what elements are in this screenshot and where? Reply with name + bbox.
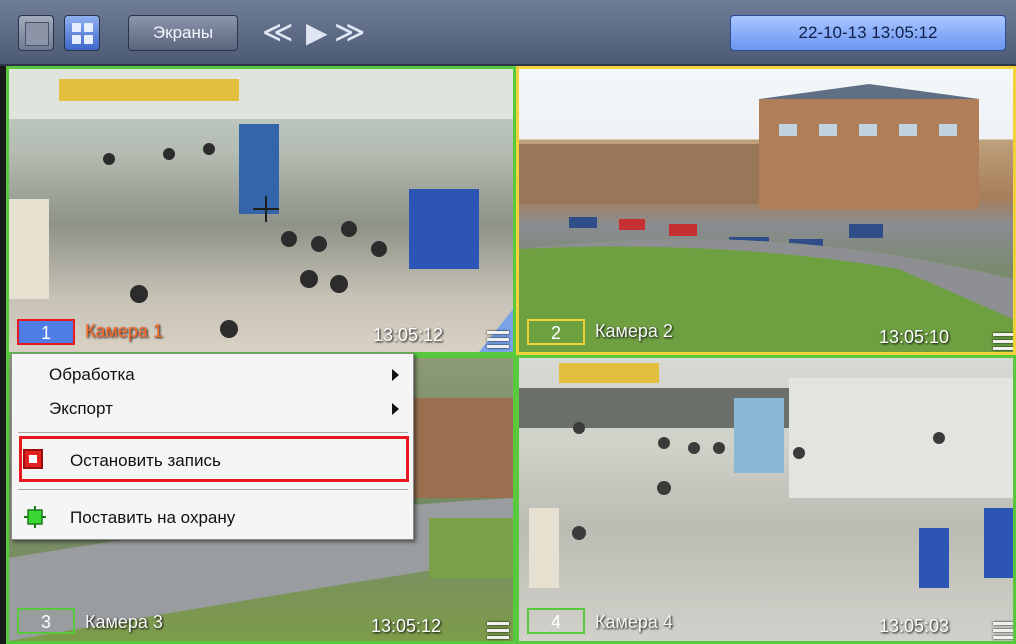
menu-item-processing[interactable]: Обработка (12, 357, 413, 391)
camera-name: Камера 3 (85, 612, 163, 632)
menu-item-stop-recording[interactable]: Остановить запись (12, 443, 413, 477)
camera-menu-icon[interactable] (993, 622, 1013, 640)
submenu-arrow-icon (392, 369, 399, 381)
camera-menu-icon[interactable] (487, 331, 509, 349)
camera-number-badge: 2 (527, 319, 585, 345)
camera-image (9, 69, 513, 352)
rewind-icon[interactable]: ≪ (262, 15, 293, 51)
camera-image (519, 69, 1013, 352)
menu-item-label: Обработка (49, 365, 135, 384)
camera-name: Камера 2 (595, 321, 673, 341)
clock-display: 22-10-13 13:05:12 (730, 15, 1006, 51)
camera-time: 13:05:12 (373, 325, 444, 345)
camera-view-2[interactable]: 2 Камера 2 13:05:10 (516, 66, 1016, 355)
forward-icon[interactable]: ≫ (334, 15, 365, 51)
camera-name: Камера 1 (85, 321, 163, 341)
camera-menu-icon[interactable] (993, 333, 1013, 351)
menu-item-export[interactable]: Экспорт (12, 391, 413, 425)
screens-button[interactable]: Экраны (128, 15, 238, 51)
play-icon[interactable]: ▶ (306, 15, 328, 51)
toolbar: Экраны ≪ ▶ ≫ 22-10-13 13:05:12 (0, 0, 1016, 66)
menu-item-label: Остановить запись (70, 451, 221, 470)
grid-view-icon[interactable] (64, 15, 100, 51)
camera-number-badge: 4 (527, 608, 585, 634)
camera-view-4[interactable]: 4 Камера 4 13:05:03 (516, 355, 1016, 644)
menu-separator (18, 489, 408, 490)
camera-context-menu: Обработка Экспорт Остановить запись Пост… (11, 353, 414, 540)
camera-view-1[interactable]: 1 Камера 1 13:05:12 (6, 66, 516, 355)
camera-name: Камера 4 (595, 612, 673, 632)
camera-menu-icon[interactable] (487, 622, 509, 640)
camera-time: 13:05:10 (879, 327, 950, 347)
submenu-arrow-icon (392, 403, 399, 415)
camera-time: 13:05:12 (371, 616, 442, 636)
menu-separator (18, 432, 408, 433)
menu-item-label: Поставить на охрану (70, 508, 236, 527)
menu-item-label: Экспорт (49, 399, 113, 418)
camera-time: 13:05:03 (879, 616, 950, 636)
menu-item-arm[interactable]: Поставить на охрану (12, 500, 413, 534)
camera-number-badge: 1 (17, 319, 75, 345)
single-view-icon[interactable] (18, 15, 54, 51)
camera-image (519, 358, 1013, 641)
camera-number-badge: 3 (17, 608, 75, 634)
